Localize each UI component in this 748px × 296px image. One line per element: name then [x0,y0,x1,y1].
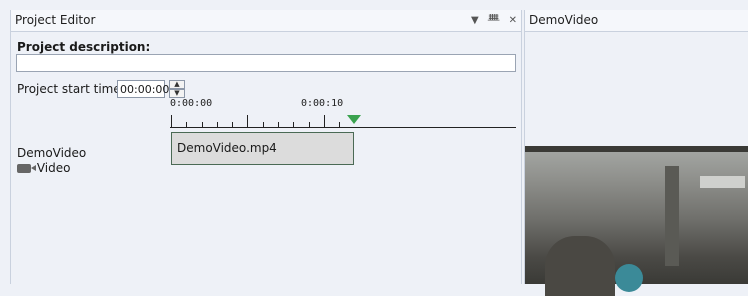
major-tick [324,115,325,127]
scene-light [700,176,745,188]
video-preview[interactable] [525,146,748,296]
ruler-label-10: 0:00:10 [301,98,344,109]
track-type-label: Video [36,161,71,175]
scene-pillar [665,166,679,266]
project-editor-titlebar: Project Editor ▼ ᚙ ✕ [11,10,521,32]
major-tick [247,115,248,127]
video-camera-icon [17,164,36,173]
scene-machine [545,236,615,296]
timeline-ruler[interactable]: 0:00:00 0:00:10 [170,98,516,128]
pin-icon[interactable]: ᚙ [488,10,500,31]
project-editor-title: Project Editor [15,13,96,27]
project-start-time-input[interactable]: 00:00:00 [117,80,169,98]
timeline-axis [170,127,516,128]
major-tick [171,115,172,127]
close-icon[interactable]: ✕ [509,10,517,31]
spin-down-icon[interactable]: ▼ [169,89,185,98]
ruler-label-0: 0:00:00 [170,98,213,109]
timeline-clip[interactable]: DemoVideo.mp4 [171,132,354,165]
scene-person [615,264,643,292]
playhead-marker[interactable] [347,115,361,124]
track-name: DemoVideo [17,146,87,160]
track-type: Video [17,161,70,175]
project-editor-panel: Project Editor ▼ ᚙ ✕ Project description… [10,10,522,284]
spin-up-icon[interactable]: ▲ [169,80,185,89]
project-start-time-label: Project start time: [17,82,125,96]
preview-titlebar: DemoVideo [525,10,748,32]
project-description-label: Project description: [17,40,151,54]
project-description-input[interactable] [16,54,516,72]
dropdown-icon[interactable]: ▼ [471,10,479,31]
scene-beam [525,146,748,152]
preview-title: DemoVideo [529,13,599,27]
preview-panel: DemoVideo [524,10,748,296]
time-spinner[interactable]: ▲ ▼ [169,80,185,98]
